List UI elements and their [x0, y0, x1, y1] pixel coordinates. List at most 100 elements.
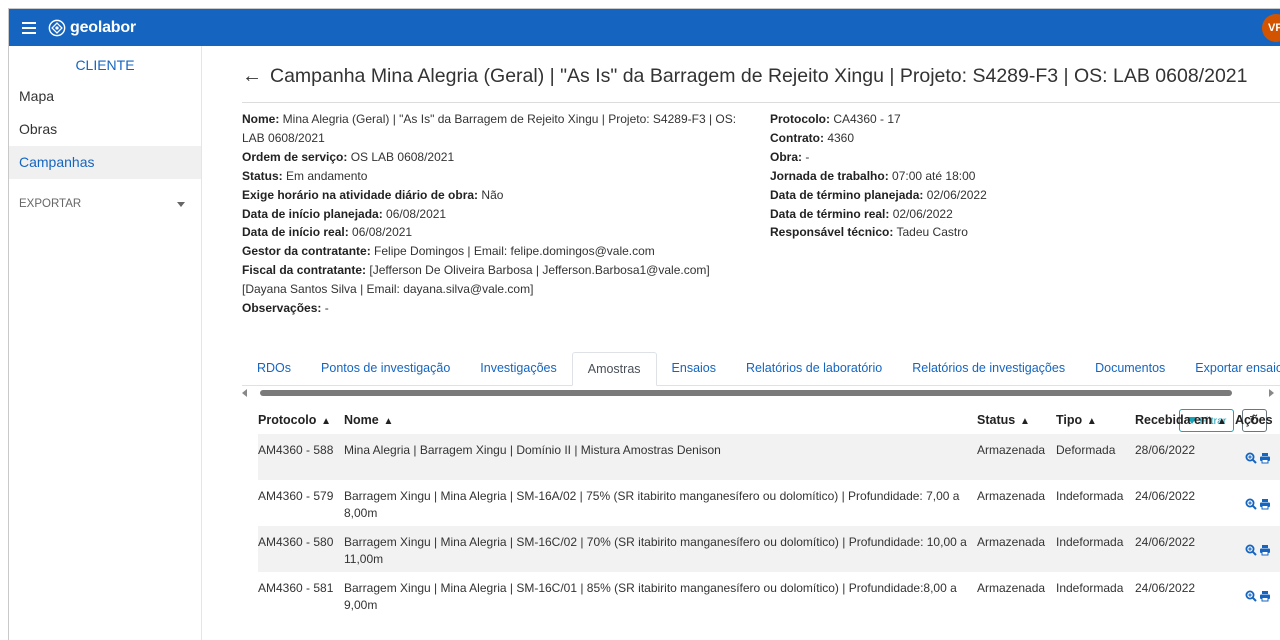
cell-status: Armazenada — [977, 526, 1056, 572]
jornada-label: Jornada de trabalho: — [770, 168, 889, 183]
os-label: Ordem de serviço: — [242, 149, 348, 164]
tab-ensaios[interactable]: Ensaios — [657, 352, 731, 386]
contrato-value: 4360 — [824, 130, 855, 145]
page-title-text: Campanha Mina Alegria (Geral) | "As Is" … — [270, 65, 1248, 87]
termino-real-value: 02/06/2022 — [889, 206, 953, 221]
tab-exportar-ensaios[interactable]: Exportar ensaios — [1180, 352, 1280, 386]
os-value: OS LAB 0608/2021 — [347, 149, 455, 164]
campaign-info-right: Protocolo: CA4360 - 17 Contrato: 4360 Ob… — [770, 110, 1070, 242]
tab-amostras[interactable]: Amostras — [571, 352, 657, 386]
cell-protocolo: AM4360 - 581 — [258, 581, 334, 595]
inicio-planejada-label: Data de início planejada: — [242, 206, 383, 221]
status-label: Status: — [242, 168, 283, 183]
header-protocolo[interactable]: Protocolo ▲︎ — [258, 406, 344, 434]
app-logo[interactable]: geolabor — [48, 19, 136, 37]
geolabor-logo-icon — [48, 19, 66, 36]
tab-relatorios-investigacoes[interactable]: Relatórios de investigações — [897, 352, 1080, 386]
cell-status: Armazenada — [977, 489, 1046, 503]
cell-tipo: Indeformada — [1056, 526, 1135, 572]
obra-label: Obra: — [770, 149, 803, 164]
sort-icon: ▲︎ — [1084, 416, 1097, 427]
cell-nome: Barragem Xingu | Mina Alegria | SM-16C/0… — [344, 526, 977, 572]
tab-documentos[interactable]: Documentos — [1080, 352, 1180, 386]
exige-value: Não — [478, 187, 504, 202]
search-plus-icon[interactable] — [1245, 544, 1257, 556]
logo-text: geolabor — [70, 18, 136, 36]
table-row: AM4360 - 579 Barragem Xingu | Mina Alegr… — [258, 480, 1280, 526]
header-status[interactable]: Status ▲︎ — [977, 406, 1056, 434]
nome-label: Nome: — [242, 112, 280, 126]
cell-status: Armazenada — [977, 434, 1056, 480]
print-icon[interactable] — [1259, 544, 1271, 556]
fiscal-label: Fiscal da contratante: — [242, 263, 367, 278]
observacoes-label: Observações: — [242, 301, 322, 316]
tab-relatorios-laboratorio[interactable]: Relatórios de laboratório — [731, 352, 897, 386]
search-plus-icon[interactable] — [1245, 498, 1257, 510]
cell-nome: Barragem Xingu | Mina Alegria | SM-16A/0… — [344, 489, 960, 520]
cell-acoes — [1235, 572, 1280, 618]
cell-tipo: Indeformada — [1056, 489, 1124, 503]
user-avatar[interactable]: VF — [1262, 14, 1280, 42]
responsavel-value: Tadeu Castro — [893, 225, 968, 240]
cell-tipo: Deformada — [1056, 434, 1135, 480]
back-arrow-icon[interactable]: ← — [242, 65, 262, 88]
tab-pontos-investigacao[interactable]: Pontos de investigação — [306, 352, 465, 386]
divider — [242, 102, 1280, 103]
print-icon[interactable] — [1259, 498, 1271, 510]
top-navbar: geolabor VF — [9, 9, 1280, 46]
table-row: AM4360 - 580 Barragem Xingu | Mina Alegr… — [258, 526, 1280, 572]
samples-table: Protocolo ▲︎ Nome ▲︎ Status ▲︎ Tipo ▲︎ R… — [258, 406, 1280, 618]
table-header-row: Protocolo ▲︎ Nome ▲︎ Status ▲︎ Tipo ▲︎ R… — [258, 406, 1280, 434]
tab-rdos[interactable]: RDOs — [242, 352, 306, 386]
cell-recebida: 28/06/2022 — [1135, 434, 1235, 480]
table-row: AM4360 - 581 Barragem Xingu | Mina Alegr… — [258, 572, 1280, 618]
observacoes-value: - — [321, 301, 329, 316]
gestor-value: Felipe Domingos | Email: felipe.domingos… — [370, 244, 655, 259]
sort-icon: ▲︎ — [380, 416, 394, 427]
sidebar-item-obras[interactable]: Obras — [9, 113, 201, 146]
sidebar-item-mapa[interactable]: Mapa — [9, 80, 201, 113]
cell-recebida: 24/06/2022 — [1135, 489, 1196, 503]
header-recebida[interactable]: Recebida em ▲︎ — [1135, 406, 1235, 434]
scroll-left-icon[interactable] — [242, 389, 247, 397]
nome-value: Mina Alegria (Geral) | "As Is" da Barrag… — [242, 112, 737, 145]
inicio-real-value: 06/08/2021 — [348, 225, 413, 240]
search-plus-icon[interactable] — [1245, 590, 1257, 602]
header-tipo[interactable]: Tipo ▲︎ — [1056, 406, 1135, 434]
cell-recebida: 24/06/2022 — [1135, 526, 1235, 572]
table-row: AM4360 - 588 Mina Alegria | Barragem Xin… — [258, 434, 1280, 480]
contrato-label: Contrato: — [770, 130, 824, 145]
header-acoes: Ações — [1235, 413, 1273, 427]
search-plus-icon[interactable] — [1245, 452, 1257, 464]
cell-protocolo: AM4360 - 580 — [258, 526, 344, 572]
app-window: geolabor VF CLIENTE Mapa Obras Campanhas… — [8, 8, 1280, 640]
campaign-info-left: Nome: Mina Alegria (Geral) | "As Is" da … — [242, 110, 757, 318]
print-icon[interactable] — [1259, 452, 1271, 464]
tabs-scrollbar[interactable] — [242, 387, 1280, 399]
cell-tipo: Indeformada — [1056, 581, 1124, 595]
tab-investigacoes[interactable]: Investigações — [465, 352, 571, 386]
sort-icon: ▲︎ — [318, 416, 332, 427]
protocolo-value: CA4360 - 17 — [830, 112, 901, 126]
jornada-value: 07:00 até 18:00 — [888, 168, 976, 183]
sidebar-section-title: CLIENTE — [75, 57, 135, 73]
tab-bar: RDOs Pontos de investigação Investigaçõe… — [242, 352, 1280, 386]
cell-nome: Barragem Xingu | Mina Alegria | SM-16C/0… — [344, 581, 957, 612]
cell-status: Armazenada — [977, 581, 1046, 595]
sort-icon: ▲︎ — [1214, 416, 1227, 427]
cell-protocolo: AM4360 - 588 — [258, 434, 344, 480]
sidebar-item-campanhas[interactable]: Campanhas — [9, 146, 201, 179]
cell-protocolo: AM4360 - 579 — [258, 489, 334, 503]
print-icon[interactable] — [1259, 590, 1271, 602]
cell-acoes — [1235, 434, 1280, 480]
termino-planejada-value: 02/06/2022 — [923, 187, 987, 202]
sidebar-export-dropdown[interactable]: EXPORTAR — [9, 189, 201, 219]
header-nome[interactable]: Nome ▲︎ — [344, 406, 977, 434]
responsavel-label: Responsável técnico: — [770, 225, 894, 240]
obra-value: - — [802, 149, 810, 164]
termino-planejada-label: Data de término planejada: — [770, 187, 924, 202]
scrollbar-thumb[interactable] — [260, 390, 1232, 396]
scroll-right-icon[interactable] — [1269, 389, 1274, 397]
hamburger-icon[interactable] — [22, 21, 36, 34]
cell-nome: Mina Alegria | Barragem Xingu | Domínio … — [344, 434, 977, 480]
